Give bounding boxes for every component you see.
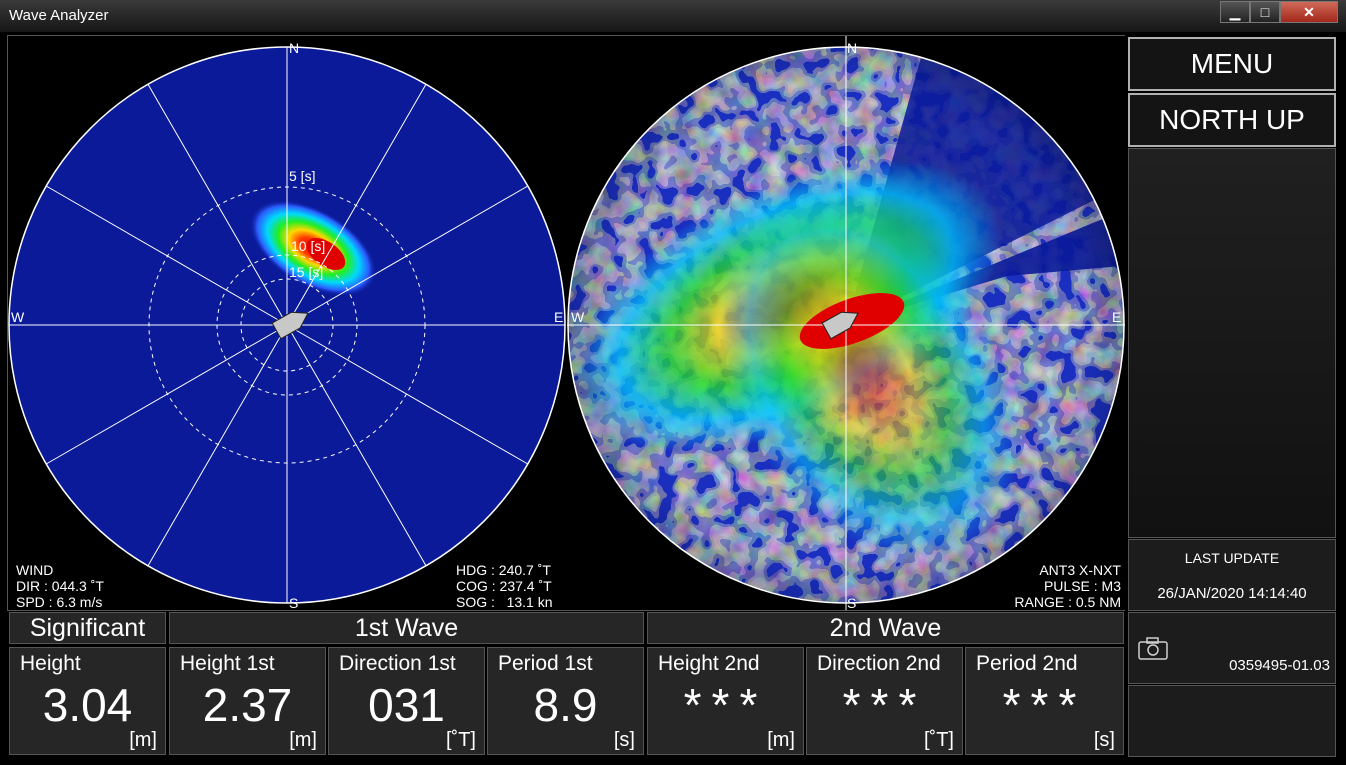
cell-unit: [m] xyxy=(767,729,795,751)
sidebar-bottom-box xyxy=(1128,685,1336,757)
radar-compass-south: S xyxy=(847,595,857,610)
significant-header: Significant xyxy=(9,612,166,644)
window-controls: ▁ □ ✕ xyxy=(1220,1,1338,23)
cell-label: Height 2nd xyxy=(658,652,760,675)
second-wave-header: 2nd Wave xyxy=(647,612,1124,644)
height-1st-cell: Height 1st 2.37 [m] xyxy=(169,647,326,755)
ring-label-10s: 10 [s] xyxy=(291,238,326,254)
radar-echo-panel[interactable]: N S W E ANT3 X-NXT PULSE : M3 RANGE : 0.… xyxy=(567,36,1125,610)
cell-value: *** xyxy=(683,679,768,731)
first-wave-header: 1st Wave xyxy=(169,612,644,644)
compass-west: W xyxy=(11,309,25,325)
minimize-button[interactable]: ▁ xyxy=(1220,1,1250,23)
cell-value: *** xyxy=(842,679,927,731)
compass-north: N xyxy=(289,40,300,56)
wave-spectrum-plot xyxy=(8,46,566,604)
pulse-readout: PULSE : M3 xyxy=(1043,578,1121,594)
window-title: Wave Analyzer xyxy=(9,7,109,24)
title-bar: Wave Analyzer ▁ □ ✕ xyxy=(0,0,1346,32)
camera-icon[interactable] xyxy=(1137,635,1169,661)
last-update-value: 26/JAN/2020 14:14:40 xyxy=(1157,585,1307,602)
compass-south: S xyxy=(289,595,299,610)
cell-unit: [˚T] xyxy=(446,729,476,751)
sog-readout: SOG : 13.1 kn xyxy=(456,594,553,610)
radar-compass-north: N xyxy=(847,40,858,56)
ring-label-5s: 5 [s] xyxy=(289,168,316,184)
cell-value: 2.37 xyxy=(202,679,293,731)
cell-label: Direction 2nd xyxy=(817,652,941,675)
radar-compass-west: W xyxy=(571,309,585,325)
cell-value: 031 xyxy=(368,679,445,731)
cell-value: *** xyxy=(1002,679,1087,731)
ring-label-15s: 15 [s] xyxy=(289,264,324,280)
cell-label: Direction 1st xyxy=(339,652,456,675)
wind-speed: SPD : 6.3 m/s xyxy=(16,594,103,610)
period-1st-cell: Period 1st 8.9 [s] xyxy=(487,647,644,755)
radar-compass-east: E xyxy=(1112,309,1122,325)
screenshot-box: 0359495-01.03 xyxy=(1128,612,1336,684)
cell-label: Period 2nd xyxy=(976,652,1078,675)
cell-value: 3.04 xyxy=(42,679,133,731)
cell-label: Height 1st xyxy=(180,652,275,675)
cell-label: Period 1st xyxy=(498,652,593,675)
direction-2nd-cell: Direction 2nd *** [˚T] xyxy=(806,647,963,755)
version-number: 0359495-01.03 xyxy=(1229,657,1330,674)
cell-unit: [s] xyxy=(613,729,635,751)
antenna-readout: ANT3 X-NXT xyxy=(1039,562,1121,578)
last-update-box: LAST UPDATE 26/JAN/2020 14:14:40 xyxy=(1128,539,1336,611)
compass-east: E xyxy=(554,309,564,325)
height-2nd-cell: Height 2nd *** [m] xyxy=(647,647,804,755)
period-2nd-cell: Period 2nd *** [s] xyxy=(965,647,1124,755)
last-update-label: LAST UPDATE xyxy=(1184,550,1280,566)
menu-button[interactable]: MENU xyxy=(1128,37,1336,91)
maximize-button[interactable]: □ xyxy=(1250,1,1280,23)
significant-height-cell: Height 3.04 [m] xyxy=(9,647,166,755)
wave-spectrum-panel[interactable]: N S W E 5 [s] 10 [s] 15 [s] WIND DIR : 0… xyxy=(8,36,566,610)
sidebar-empty-area xyxy=(1128,148,1336,538)
close-button[interactable]: ✕ xyxy=(1280,1,1338,23)
cell-unit: [m] xyxy=(129,729,157,751)
north-up-button[interactable]: NORTH UP xyxy=(1128,93,1336,147)
cell-unit: [˚T] xyxy=(924,729,954,751)
range-readout: RANGE : 0.5 NM xyxy=(1014,594,1121,610)
cell-value: 8.9 xyxy=(533,679,598,731)
cell-label: Height xyxy=(20,652,81,675)
heading-readout: HDG : 240.7 ˚T xyxy=(456,562,551,578)
cog-readout: COG : 237.4 ˚T xyxy=(456,578,552,594)
wave-data-panel: Significant 1st Wave 2nd Wave Height 3.0… xyxy=(7,612,1125,758)
wind-title: WIND xyxy=(16,562,54,578)
cell-unit: [m] xyxy=(289,729,317,751)
cell-unit: [s] xyxy=(1093,729,1115,751)
wind-direction: DIR : 044.3 ˚T xyxy=(16,578,104,594)
radar-echo-image xyxy=(567,36,1125,610)
direction-1st-cell: Direction 1st 031 [˚T] xyxy=(328,647,485,755)
